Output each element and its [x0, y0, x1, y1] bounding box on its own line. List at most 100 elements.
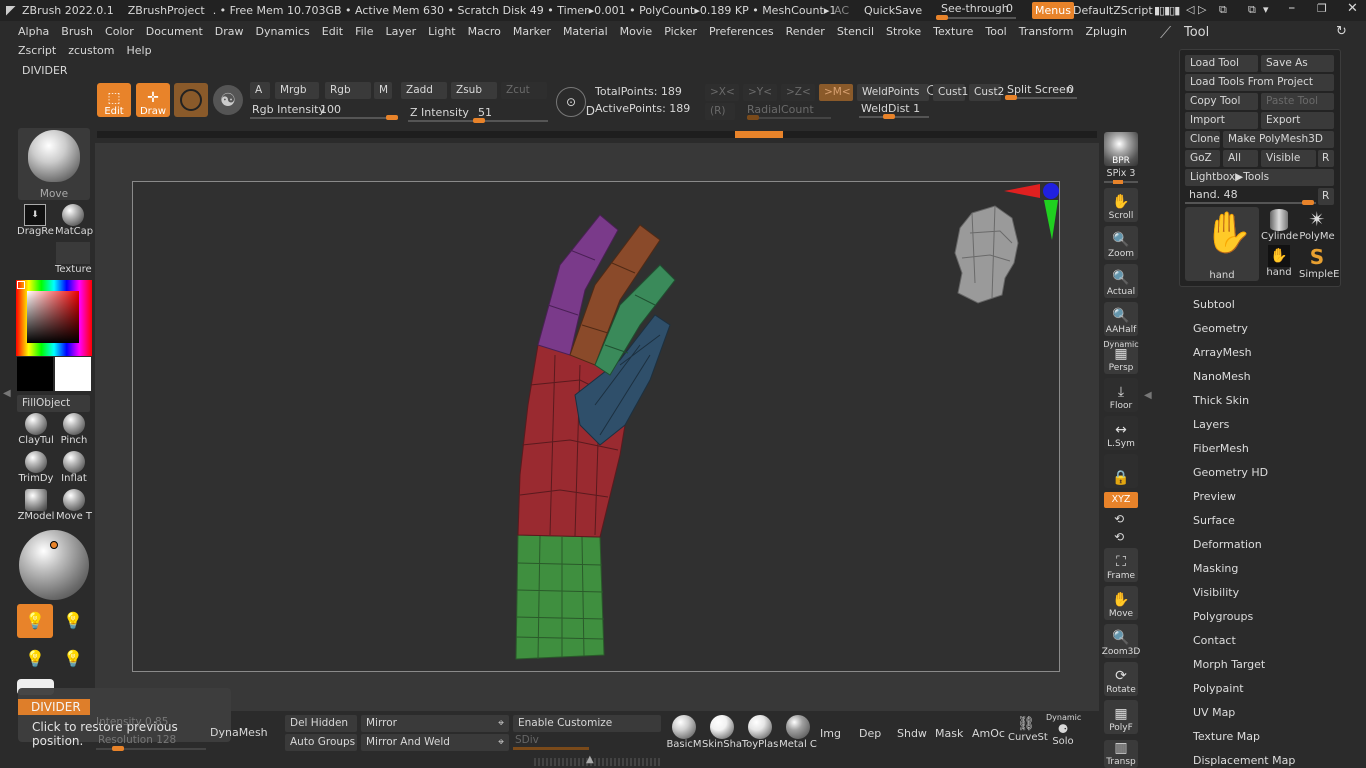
menu-stencil[interactable]: Stencil	[831, 21, 880, 43]
edit-button[interactable]: ⬚ Edit	[97, 83, 131, 117]
material-0[interactable]: BasicM	[665, 715, 703, 750]
rgb-button[interactable]: Rgb	[325, 82, 371, 99]
brush-thumb-4[interactable]: ZModel	[17, 489, 55, 525]
dynamesh-button[interactable]: DynaMesh	[210, 726, 268, 739]
rotate-view-button[interactable]: ⟳ Rotate	[1104, 662, 1138, 696]
window-layout-icon[interactable]: ⧉	[1219, 3, 1227, 17]
menu-texture[interactable]: Texture	[927, 21, 979, 43]
tool-reset-icon[interactable]: ↻	[1336, 24, 1347, 39]
bpr-button[interactable]: BPR	[1104, 132, 1138, 166]
material-2[interactable]: ToyPlas	[741, 715, 779, 750]
subpalette-geometry-hd[interactable]: Geometry HD	[1193, 466, 1268, 479]
polyf-button[interactable]: ▦ PolyF	[1104, 700, 1138, 734]
secondary-color-swatch[interactable]	[55, 357, 91, 391]
subpalette-polygroups[interactable]: Polygroups	[1193, 610, 1253, 623]
menu-zcustom[interactable]: zcustom	[62, 40, 120, 62]
move-view-button[interactable]: ✋ Move	[1104, 586, 1138, 620]
sym-m-button[interactable]: >M<	[819, 84, 853, 101]
zadd-button[interactable]: Zadd	[401, 82, 447, 99]
brush-thumb[interactable]: Move	[18, 128, 90, 200]
actual-button[interactable]: 🔍 Actual	[1104, 264, 1138, 298]
clone-button[interactable]: Clone	[1185, 131, 1220, 148]
subpalette-masking[interactable]: Masking	[1193, 562, 1238, 575]
auto-groups-button[interactable]: Auto Groups	[285, 734, 357, 751]
img-button[interactable]: Img	[820, 727, 841, 740]
lightbox-tools-button[interactable]: Lightbox▶Tools	[1185, 169, 1334, 186]
menu-zscript[interactable]: Zscript	[12, 40, 62, 62]
window-layout2-icon[interactable]: ⧉	[1248, 3, 1256, 17]
scroll-button[interactable]: ✋ Scroll	[1104, 188, 1138, 222]
radial-r-button[interactable]: (R)	[705, 103, 735, 120]
mask-button[interactable]: Mask	[935, 727, 963, 740]
light-2-button[interactable]: 💡	[55, 604, 91, 638]
menu-transform[interactable]: Transform	[1013, 21, 1080, 43]
subpalette-morph-target[interactable]: Morph Target	[1193, 658, 1265, 671]
subpalette-nanomesh[interactable]: NanoMesh	[1193, 370, 1251, 383]
draw-size-dial[interactable]: ⊙ D	[556, 87, 595, 118]
subpalette-deformation[interactable]: Deformation	[1193, 538, 1262, 551]
menu-zplugin[interactable]: Zplugin	[1079, 21, 1133, 43]
cust2-button[interactable]: Cust2	[969, 84, 1004, 101]
timeline-track[interactable]	[97, 131, 1097, 138]
subpalette-uv-map[interactable]: UV Map	[1193, 706, 1235, 719]
split-screen-slider[interactable]: Split Screen 0	[1005, 83, 1077, 100]
xyz-button[interactable]: XYZ	[1104, 492, 1138, 508]
subpalette-preview[interactable]: Preview	[1193, 490, 1236, 503]
menu-tool[interactable]: Tool	[979, 21, 1012, 43]
z-intensity-slider[interactable]: Z Intensity 51	[408, 106, 548, 123]
make-polymesh-button[interactable]: Make PolyMesh3D	[1223, 131, 1334, 148]
material-3[interactable]: Metal C	[779, 715, 817, 750]
sym-x-button[interactable]: >X<	[705, 84, 739, 101]
light-1-button[interactable]: 💡	[17, 604, 53, 638]
right-collapse-icon[interactable]: ◀	[1144, 390, 1152, 401]
menu-light[interactable]: Light	[422, 21, 461, 43]
layout-bars-icon[interactable]: ▮▯▮▯▮	[1154, 4, 1180, 17]
menu-dynamics[interactable]: Dynamics	[250, 21, 316, 43]
axis-gizmo[interactable]	[1000, 178, 1066, 244]
subpalette-fibermesh[interactable]: FiberMesh	[1193, 442, 1249, 455]
tool-thumb-cylinder[interactable]: Cylinde	[1261, 207, 1298, 243]
spix-slider[interactable]: SPix 3	[1104, 168, 1138, 184]
menu-draw[interactable]: Draw	[209, 21, 250, 43]
stroke-thumb[interactable]: ⬇ DragRe	[17, 204, 54, 240]
brush-thumb-5[interactable]: Move T	[55, 489, 93, 525]
amoc-button[interactable]: AmOc	[972, 727, 1005, 740]
tool-thumb-hand-main[interactable]: ✋ hand	[1185, 207, 1259, 281]
minimize-icon[interactable]: ⎯	[1289, 1, 1295, 15]
menu-edit[interactable]: Edit	[316, 21, 349, 43]
subpalette-thick-skin[interactable]: Thick Skin	[1193, 394, 1249, 407]
a-button[interactable]: A	[250, 82, 270, 99]
export-button[interactable]: Export	[1261, 112, 1334, 129]
lock-button[interactable]: 🔒	[1104, 454, 1138, 488]
subpalette-surface[interactable]: Surface	[1193, 514, 1235, 527]
color-picker[interactable]	[16, 280, 92, 356]
menu-stroke[interactable]: Stroke	[880, 21, 927, 43]
menu-picker[interactable]: Picker	[658, 21, 703, 43]
frame-button[interactable]: ⛶ Frame	[1104, 548, 1138, 582]
restore-icon[interactable]: ❐	[1317, 2, 1327, 15]
m-button[interactable]: M	[374, 82, 392, 99]
curvestrap-button[interactable]: ⛓ CurveSt	[1008, 716, 1048, 750]
tool-thumb-simplebrush[interactable]: S SimpleE	[1299, 245, 1339, 281]
menu-render[interactable]: Render	[780, 21, 831, 43]
light-sphere[interactable]	[19, 530, 89, 600]
zoom3d-button[interactable]: 🔍 Zoom3D	[1102, 624, 1140, 658]
load-tool-button[interactable]: Load Tool	[1185, 55, 1258, 72]
zsub-button[interactable]: Zsub	[451, 82, 497, 99]
brush-thumb-3[interactable]: Inflat	[55, 451, 93, 487]
persp-button[interactable]: Dynamic ▦ Persp	[1103, 340, 1139, 374]
radialcount-slider[interactable]: RadialCount	[747, 103, 831, 120]
menu-material[interactable]: Material	[557, 21, 614, 43]
close-icon[interactable]: ✕	[1347, 1, 1358, 16]
subpalette-subtool[interactable]: Subtool	[1193, 298, 1235, 311]
goz-button[interactable]: GoZ	[1185, 150, 1220, 167]
sym-y-button[interactable]: >Y<	[743, 84, 777, 101]
load-from-project-button[interactable]: Load Tools From Project	[1185, 74, 1334, 91]
bottom-collapse-handle[interactable]: ▲	[534, 754, 660, 766]
lsym-button[interactable]: ↔ L.Sym	[1104, 416, 1138, 450]
light-dot-icon[interactable]	[50, 541, 58, 549]
sdiv-slider[interactable]: SDiv	[513, 734, 589, 750]
copy-tool-button[interactable]: Copy Tool	[1185, 93, 1258, 110]
menu-layer[interactable]: Layer	[379, 21, 422, 43]
menu-movie[interactable]: Movie	[614, 21, 659, 43]
